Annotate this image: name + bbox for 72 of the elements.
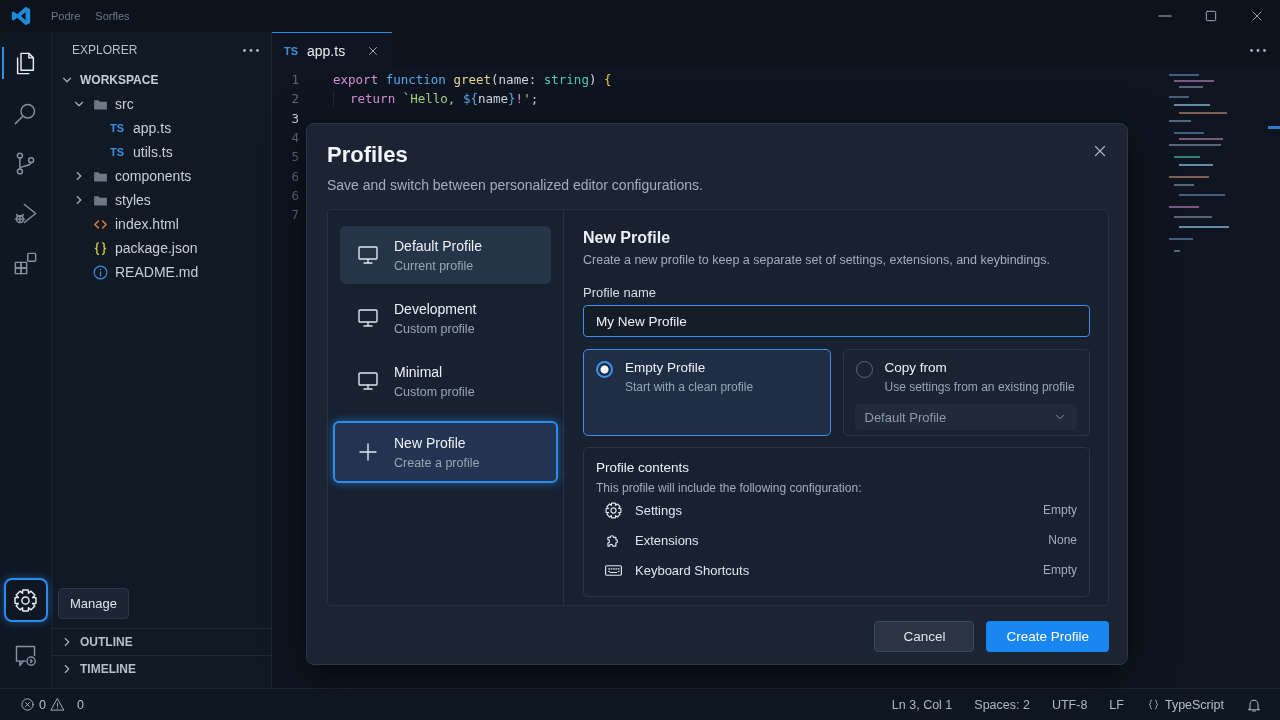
- option-card[interactable]: Empty Profile Start with a clean profile: [583, 349, 831, 436]
- profile-item[interactable]: Minimal Custom profile: [340, 352, 551, 410]
- app-logo-icon: [10, 5, 32, 27]
- info-icon: [92, 263, 109, 281]
- tree-item[interactable]: index.html: [52, 212, 271, 236]
- manage-button[interactable]: [3, 578, 48, 622]
- card-description: This profile will include the following configuration:: [596, 481, 863, 495]
- content-label: Settings: [635, 502, 683, 518]
- radio-button[interactable]: [596, 361, 613, 378]
- error-icon: [20, 697, 35, 712]
- tree-item[interactable]: README.md: [52, 260, 271, 284]
- line-number: 5: [290, 149, 299, 165]
- cancel-button[interactable]: Cancel: [874, 621, 975, 652]
- warning-icon: [49, 697, 65, 712]
- scrollbar-thumb[interactable]: [1268, 126, 1280, 129]
- line-number: 6: [290, 187, 299, 203]
- status-item[interactable]: Ln 3, Col 1: [891, 697, 953, 712]
- plus-icon: [356, 440, 380, 464]
- panel-header[interactable]: TIMELINE: [52, 655, 271, 682]
- content-value: None: [1048, 533, 1077, 547]
- profile-item[interactable]: New Profile Create a profile: [333, 421, 558, 483]
- dialog-subtitle: Save and switch between personalized editor configurations.: [327, 177, 703, 193]
- ellipsis-icon: [243, 48, 259, 52]
- line-number: 6: [290, 168, 299, 184]
- tree-item[interactable]: package.json: [52, 236, 271, 260]
- more-actions-button[interactable]: [243, 48, 259, 52]
- tree-item[interactable]: src: [52, 92, 271, 116]
- field-label: Profile name: [583, 285, 657, 300]
- gear-icon: [12, 586, 39, 614]
- file-type-label: TS: [110, 122, 126, 134]
- tooltip: Manage: [58, 588, 129, 619]
- dialog-title: Profiles: [327, 142, 409, 168]
- create-button[interactable]: Create Profile: [986, 621, 1109, 652]
- tree-item[interactable]: TS app.ts: [52, 116, 271, 140]
- content-value: Empty: [1043, 503, 1077, 517]
- problems-indicator[interactable]: 0 0: [20, 697, 84, 712]
- card-title: Profile contents: [596, 460, 691, 475]
- editor-tab[interactable]: TS app.ts: [272, 32, 392, 68]
- braces-icon: [92, 239, 109, 257]
- line-number: 3: [290, 110, 299, 126]
- line-number: 4: [290, 130, 299, 146]
- minimize-icon: [1158, 15, 1172, 17]
- profile-item[interactable]: Default Profile Current profile: [340, 226, 551, 284]
- content-label: Keyboard Shortcuts: [635, 562, 751, 578]
- maximize-icon: [1203, 8, 1219, 24]
- menu-item[interactable]: Podre: [51, 10, 81, 22]
- content-value: Empty: [1043, 563, 1077, 577]
- tree-item[interactable]: WORKSPACE: [52, 68, 271, 92]
- file-type-label: TS: [110, 146, 126, 158]
- status-item[interactable]: UTF-8: [1051, 697, 1088, 712]
- profile-item[interactable]: Development Custom profile: [340, 289, 551, 347]
- language-indicator[interactable]: TypeScript: [1145, 697, 1224, 712]
- code-line: export function greet(name: string) {: [333, 72, 612, 88]
- tree-item[interactable]: styles: [52, 188, 271, 212]
- content-label: Extensions: [635, 532, 700, 548]
- tree-item[interactable]: components: [52, 164, 271, 188]
- code-line: return `Hello, ${name}!';: [333, 91, 539, 107]
- tree-item[interactable]: TS utils.ts: [52, 140, 271, 164]
- form-description: Create a new profile to keep a separate set of settings, extensions, and keybindings.: [583, 253, 1051, 267]
- status-item[interactable]: Spaces: 2: [974, 697, 1030, 712]
- gear-icon: [604, 500, 623, 520]
- line-number: 1: [290, 72, 299, 88]
- ellipsis-icon: [1250, 48, 1266, 52]
- input-field[interactable]: My New Profile: [583, 305, 1090, 337]
- line-number: 7: [290, 207, 299, 223]
- status-item[interactable]: LF: [1109, 697, 1124, 712]
- line-number: 2: [290, 91, 299, 107]
- form-heading: New Profile: [583, 229, 672, 247]
- panel-header[interactable]: OUTLINE: [52, 628, 271, 655]
- sidebar-title: EXPLORER: [72, 43, 138, 57]
- menu-item[interactable]: Sorfles: [95, 10, 130, 22]
- file-type-label: TS: [284, 44, 300, 57]
